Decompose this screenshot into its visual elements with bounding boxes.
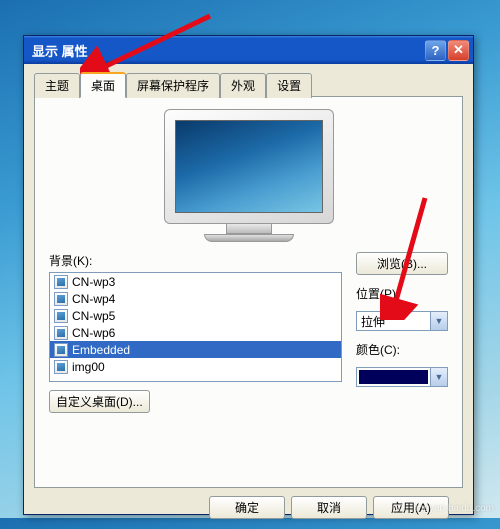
position-label: 位置(P): <box>356 285 448 302</box>
position-combobox[interactable]: 拉伸 ▼ <box>356 311 448 331</box>
tab-themes[interactable]: 主题 <box>34 73 80 98</box>
browse-button[interactable]: 浏览(B)... <box>356 252 448 275</box>
list-item-label: Embedded <box>72 343 130 357</box>
background-label: 背景(K): <box>49 252 342 269</box>
chevron-down-icon: ▼ <box>430 368 447 386</box>
bitmap-icon <box>54 292 68 306</box>
bitmap-icon <box>54 309 68 323</box>
close-button[interactable]: ✕ <box>448 40 469 61</box>
bitmap-icon <box>54 275 68 289</box>
list-item[interactable]: CN-wp4 <box>50 290 341 307</box>
tab-desktop[interactable]: 桌面 <box>80 72 126 98</box>
watermark: jingyan.baidu.com <box>413 503 494 514</box>
color-swatch <box>359 370 428 384</box>
cancel-button[interactable]: 取消 <box>291 496 367 519</box>
window-body: 主题 桌面 屏幕保护程序 外观 设置 背景(K): CN-wp3 CN-wp <box>24 64 473 529</box>
list-item-label: CN-wp3 <box>72 275 115 289</box>
tab-panel-desktop: 背景(K): CN-wp3 CN-wp4 CN-wp5 CN-wp6 Embed… <box>34 96 463 488</box>
list-item-label: CN-wp4 <box>72 292 115 306</box>
tab-screensaver[interactable]: 屏幕保护程序 <box>126 73 220 98</box>
monitor-preview <box>164 109 334 244</box>
display-properties-window: 显示 属性 ? ✕ 主题 桌面 屏幕保护程序 外观 设置 背景(K): <box>23 35 474 515</box>
list-item-label: CN-wp5 <box>72 309 115 323</box>
ok-button[interactable]: 确定 <box>209 496 285 519</box>
bitmap-icon <box>54 343 68 357</box>
color-label: 颜色(C): <box>356 341 448 358</box>
list-item[interactable]: CN-wp3 <box>50 273 341 290</box>
list-item[interactable]: img00 <box>50 358 341 375</box>
chevron-down-icon: ▼ <box>430 312 447 330</box>
tab-strip: 主题 桌面 屏幕保护程序 外观 设置 <box>34 72 463 97</box>
position-value: 拉伸 <box>361 313 385 330</box>
background-listbox[interactable]: CN-wp3 CN-wp4 CN-wp5 CN-wp6 Embedded img… <box>49 272 342 382</box>
color-picker[interactable]: ▼ <box>356 367 448 387</box>
help-button[interactable]: ? <box>425 40 446 61</box>
window-title: 显示 属性 <box>32 41 423 60</box>
titlebar[interactable]: 显示 属性 ? ✕ <box>24 36 473 64</box>
list-item-label: img00 <box>72 360 105 374</box>
bitmap-icon <box>54 326 68 340</box>
customize-desktop-button[interactable]: 自定义桌面(D)... <box>49 390 150 413</box>
bitmap-icon <box>54 360 68 374</box>
list-item-label: CN-wp6 <box>72 326 115 340</box>
monitor-preview-wrap <box>49 109 448 244</box>
tab-appearance[interactable]: 外观 <box>220 73 266 98</box>
tab-settings[interactable]: 设置 <box>266 73 312 98</box>
dialog-buttons: 确定 取消 应用(A) <box>34 488 463 519</box>
list-item[interactable]: CN-wp6 <box>50 324 341 341</box>
list-item[interactable]: CN-wp5 <box>50 307 341 324</box>
list-item[interactable]: Embedded <box>50 341 341 358</box>
